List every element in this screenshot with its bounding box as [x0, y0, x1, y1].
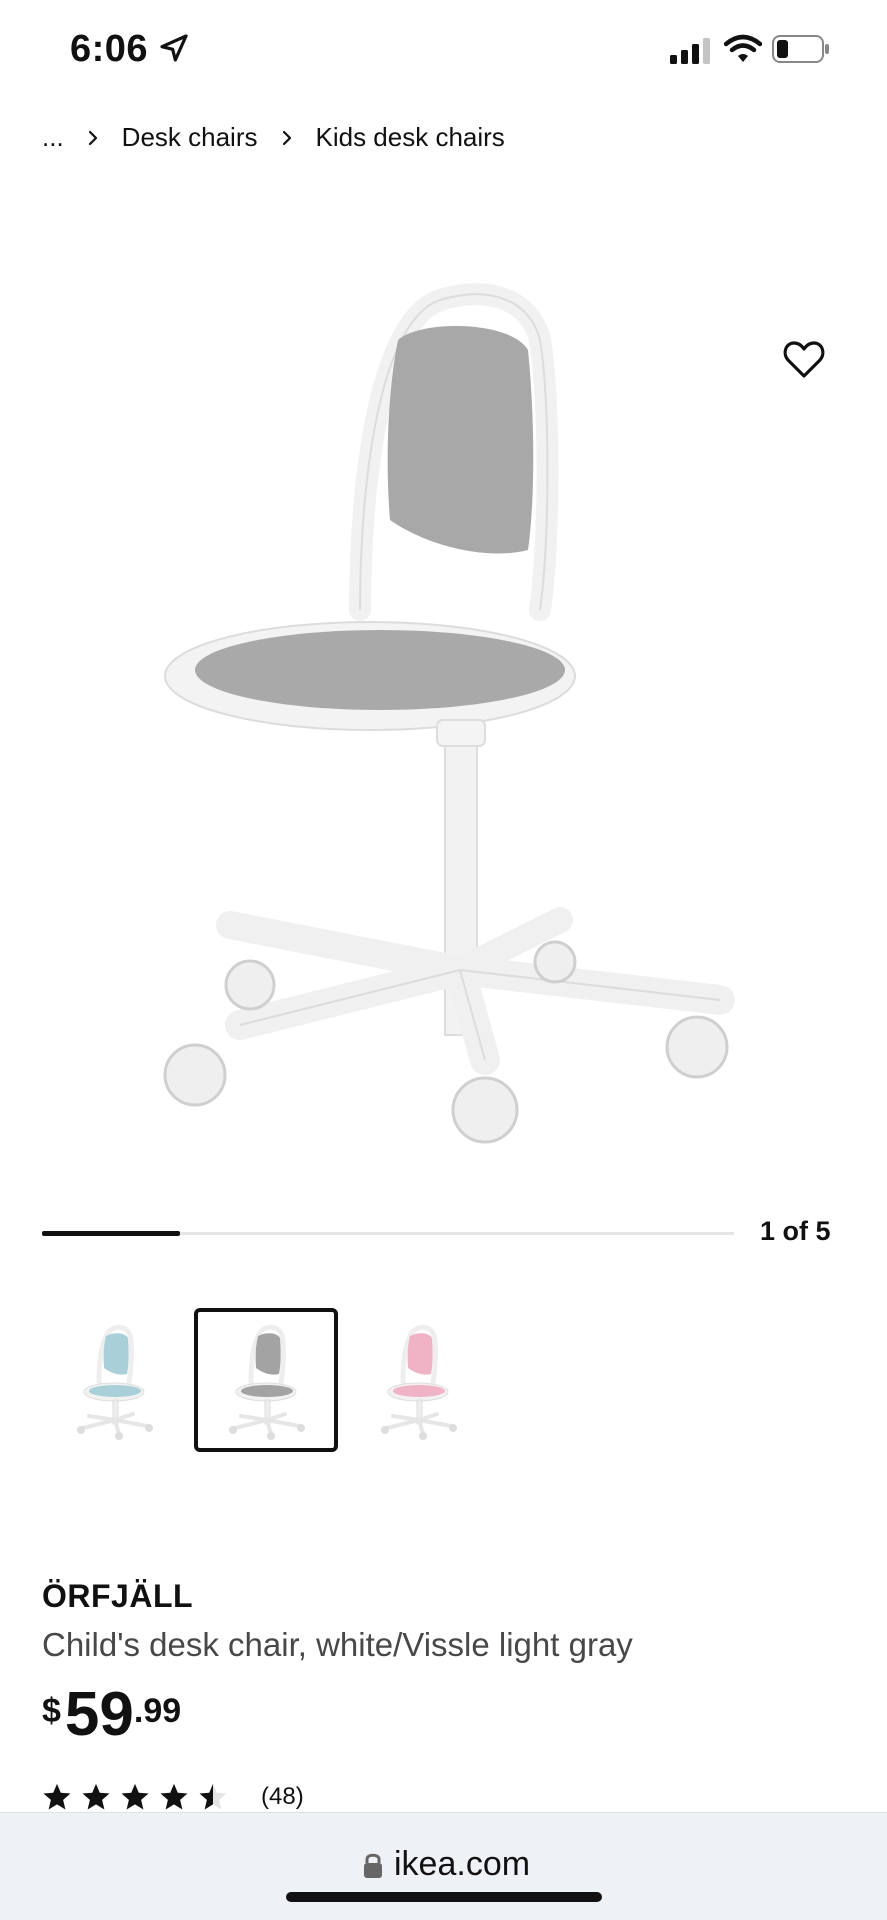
home-indicator[interactable] [286, 1892, 602, 1902]
breadcrumb-ellipsis[interactable]: ... [42, 122, 64, 153]
product-image[interactable] [130, 280, 750, 1160]
breadcrumb-kids-desk-chairs[interactable]: Kids desk chairs [316, 122, 505, 153]
status-bar: 6:06 [0, 0, 887, 100]
browser-url-bar[interactable]: ikea.com [0, 1812, 887, 1920]
variant-thumbnail-blue[interactable] [42, 1308, 186, 1452]
status-time: 6:06 [70, 28, 149, 70]
favorite-heart-icon[interactable] [782, 340, 826, 380]
rating-stars [42, 1782, 237, 1812]
wifi-icon [724, 34, 762, 62]
product-description: Child's desk chair, white/Vissle light g… [42, 1626, 633, 1663]
url-text: ikea.com [394, 1845, 531, 1883]
chair-thumbnail-icon [77, 1324, 153, 1440]
star-full-icon [160, 1783, 188, 1810]
price-decimal: .99 [133, 1692, 182, 1730]
price-integer: 59 [64, 1680, 134, 1749]
rating-count: (48) [261, 1783, 304, 1810]
star-full-icon [121, 1783, 149, 1810]
product-rating[interactable]: (48) [42, 1782, 304, 1812]
variant-thumbnails [42, 1308, 498, 1452]
battery-icon [772, 35, 829, 63]
signal-icon [670, 38, 710, 64]
product-price: $ 59 .99 [42, 1684, 181, 1746]
gallery-position-label: 1 of 5 [760, 1216, 831, 1246]
chevron-right-icon [88, 130, 97, 145]
star-full-icon [82, 1783, 110, 1810]
location-arrow-icon [160, 34, 188, 62]
star-full-icon [43, 1783, 71, 1810]
price-currency: $ [42, 1692, 61, 1730]
star-half-icon [199, 1783, 227, 1810]
chevron-right-icon [282, 130, 291, 145]
variant-thumbnail-pink[interactable] [346, 1308, 490, 1452]
gallery-progress-fill [42, 1231, 181, 1236]
chair-thumbnail-icon [229, 1324, 305, 1440]
variant-thumbnail-gray[interactable] [194, 1308, 338, 1452]
lock-icon [364, 1853, 382, 1878]
breadcrumb-desk-chairs[interactable]: Desk chairs [122, 122, 258, 153]
gallery-progress-track [42, 1231, 734, 1236]
product-name: ÖRFJÄLL [42, 1578, 194, 1614]
chair-thumbnail-icon [381, 1324, 457, 1440]
breadcrumb: ... Desk chairs Kids desk chairs [42, 122, 505, 153]
